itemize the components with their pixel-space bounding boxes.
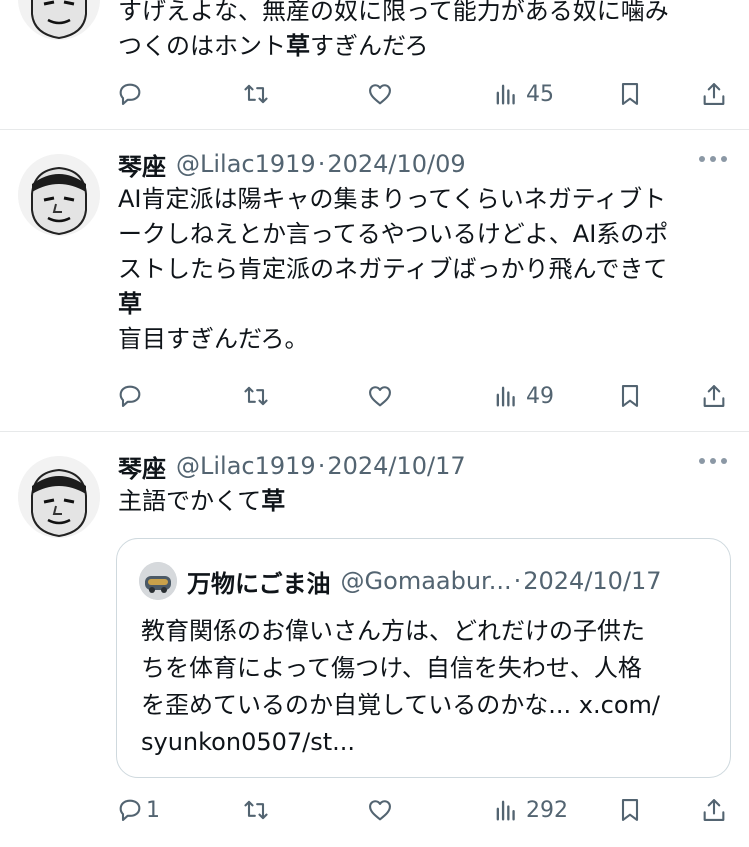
tweet-actions: 1 292 [0,790,749,830]
retweet-button[interactable] [242,790,276,830]
views-button[interactable]: 292 [492,790,568,830]
quoted-text-line: ちを体育によって傷つけ、自信を失わせ、人格 [141,654,642,682]
quoted-text-line: syunkon0507/st... [141,728,356,756]
tweet-header: 琴座 @Lilac1919 · 2024/10/17 [118,446,466,486]
bookmark-icon [621,385,639,407]
share-button[interactable] [700,790,728,830]
more-icon[interactable] [699,152,727,166]
quoted-text-line: 教育関係のお偉いさん方は、どれだけの子供た [141,617,645,645]
bookmark-button[interactable] [616,74,644,114]
avatar[interactable] [18,456,100,538]
user-handle[interactable]: @Lilac1919 [176,150,316,178]
reply-icon [119,799,141,821]
share-button[interactable] [700,74,728,114]
like-button[interactable] [366,74,400,114]
reply-icon [119,83,141,105]
quoted-tweet[interactable]: 万物にごま油 @Gomaabur... · 2024/10/17 教育関係のお偉… [116,538,731,778]
retweet-button[interactable] [242,74,276,114]
heart-icon [369,800,391,821]
retweet-button[interactable] [242,376,276,416]
like-button[interactable] [366,376,400,416]
tweet-date[interactable]: 2024/10/09 [327,150,465,178]
share-icon [703,799,725,821]
tweet-text-line: つくのはホント草すぎんだろ [118,32,429,60]
tweet-text-line: すげえよな、無産の奴に限って能力がある奴に噛み [118,0,669,25]
tweet-text-line: ストしたら肯定派のネガティブばっかり飛んできて [118,255,668,283]
display-name[interactable]: 琴座 [118,147,166,182]
views-button[interactable]: 49 [492,376,554,416]
views-icon [496,84,515,105]
retweet-icon [244,84,268,104]
reply-button[interactable] [116,74,150,114]
tweet-text-line: 主語でかくて草 [118,487,286,515]
tweet-text: すげえよな、無産の奴に限って能力がある奴に噛み つくのはホント草すぎんだろ [118,0,730,64]
tweet[interactable]: 琴座 @Lilac1919 · 2024/10/17 主語でかくて草 万物にごま… [0,432,749,847]
share-icon [703,83,725,105]
reply-icon [119,385,141,407]
bookmark-button[interactable] [616,790,644,830]
quoted-tweet-date: 2024/10/17 [523,567,662,595]
reply-button[interactable] [116,376,150,416]
share-icon [703,385,725,407]
retweet-icon [244,386,268,406]
tweet-text-line: ークしねえとか言ってるやついるけどよ、AI系のポ [118,220,669,248]
bookmark-icon [621,83,639,105]
tweet-text: 主語でかくて草 [118,484,730,519]
views-icon [496,386,515,407]
views-button[interactable]: 45 [492,74,554,114]
tweet[interactable]: すげえよな、無産の奴に限って能力がある奴に噛み つくのはホント草すぎんだろ 45 [0,0,749,130]
display-name[interactable]: 琴座 [118,449,166,484]
tweet-text-line: 草 [118,290,142,318]
share-button[interactable] [700,376,728,416]
views-icon [496,800,515,821]
quoted-avatar [139,562,177,600]
separator-dot: · [317,452,326,480]
views-count: 292 [526,797,568,823]
like-button[interactable] [366,790,400,830]
quoted-display-name: 万物にごま油 [187,569,331,598]
quoted-text-line: を歪めているのか自覚しているのかな... x.com/ [141,691,660,719]
quoted-tweet-header: 万物にごま油 @Gomaabur... · 2024/10/17 [139,561,662,601]
bookmark-icon [621,799,639,821]
reply-count: 1 [146,797,160,823]
tweet-text: AI肯定派は陽キャの集まりってくらいネガティブト ークしねえとか言ってるやついる… [118,182,730,357]
bookmark-button[interactable] [616,376,644,416]
separator-dot: · [317,150,326,178]
tweet-date[interactable]: 2024/10/17 [327,452,465,480]
separator-dot: · [513,567,522,595]
user-handle[interactable]: @Lilac1919 [176,452,316,480]
tweet[interactable]: 琴座 @Lilac1919 · 2024/10/09 AI肯定派は陽キャの集まり… [0,130,749,432]
views-count: 49 [526,383,554,409]
avatar[interactable] [18,154,100,236]
quoted-tweet-text: 教育関係のお偉いさん方は、どれだけの子供た ちを体育によって傷つけ、自信を失わせ… [141,613,711,761]
retweet-icon [244,800,268,820]
tweet-header: 琴座 @Lilac1919 · 2024/10/09 [118,144,466,184]
quoted-user-handle: @Gomaabur... [340,567,512,595]
heart-icon [369,84,391,105]
tweet-actions: 45 [0,74,749,114]
views-count: 45 [526,81,554,107]
tweet-text-line: 盲目すぎんだろ。 [118,325,309,353]
tweet-actions: 49 [0,376,749,416]
reply-button[interactable]: 1 [116,790,160,830]
tweet-text-line: AI肯定派は陽キャの集まりってくらいネガティブト [118,185,667,213]
avatar[interactable] [18,0,100,40]
heart-icon [369,386,391,407]
more-icon[interactable] [699,454,727,468]
